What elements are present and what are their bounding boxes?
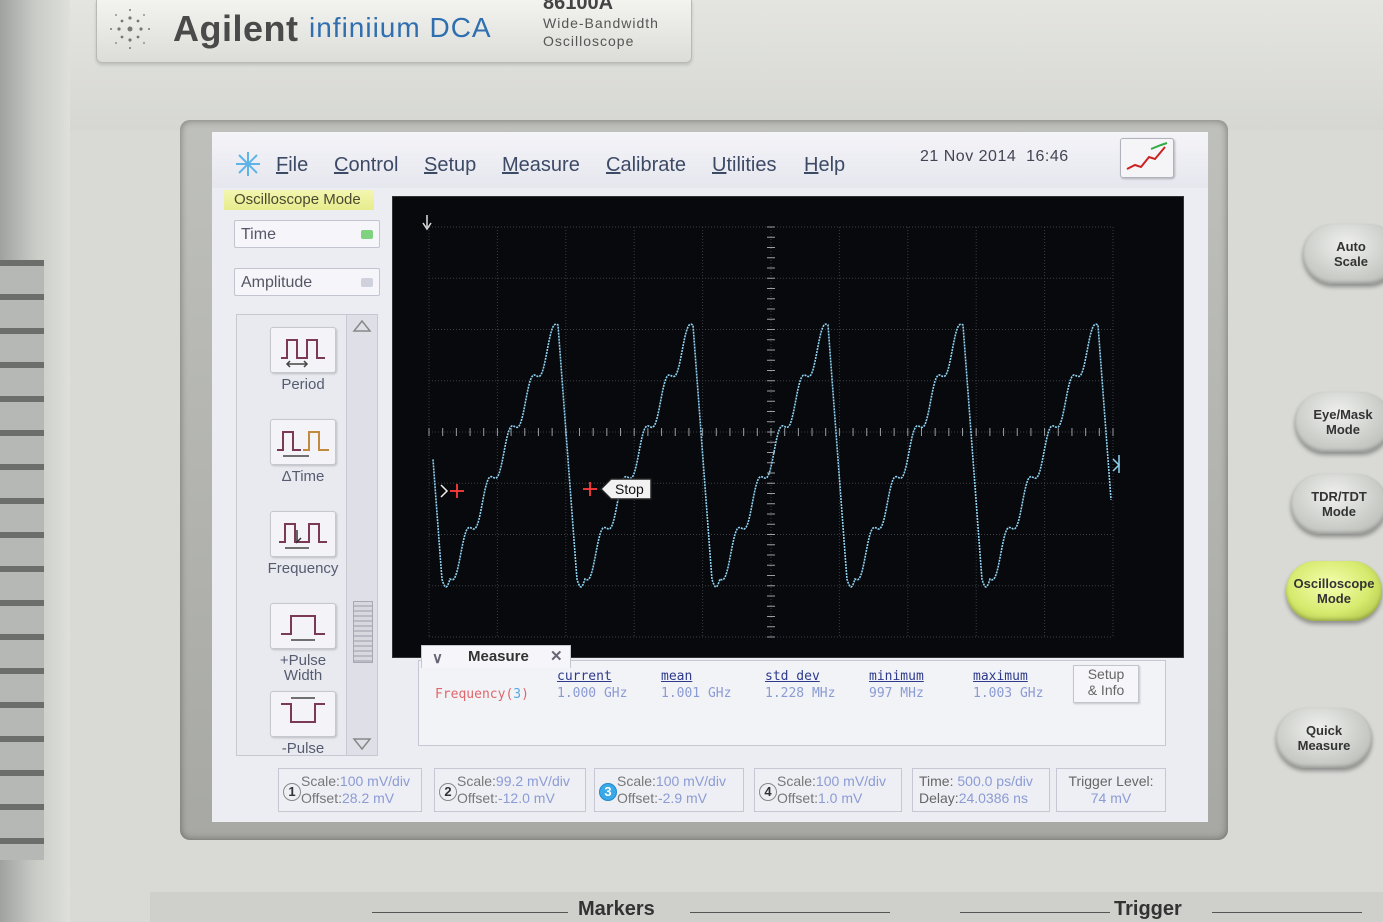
time-measurement-category[interactable]: Time <box>234 220 380 248</box>
tdr-tdt-mode-button[interactable]: TDR/TDT Mode <box>1291 474 1383 534</box>
oscilloscope-mode-button[interactable]: Oscilloscope Mode <box>1286 561 1382 621</box>
instrument-bottom-panel <box>150 892 1383 922</box>
menu-utilities[interactable]: Utilities <box>712 154 776 177</box>
measure-tab[interactable]: ∨ Measure ✕ <box>421 645 571 668</box>
app-spark-icon[interactable] <box>234 150 262 178</box>
delta-time-measure-button[interactable]: ΔTime <box>257 419 349 484</box>
channel-3-badge: 3 <box>599 783 617 801</box>
auto-scale-button[interactable]: Auto Scale <box>1303 224 1383 284</box>
menu-calibrate[interactable]: Calibrate <box>606 154 686 177</box>
markers-section-label: Markers <box>578 898 655 920</box>
trigger-section-line-right <box>1212 912 1362 913</box>
graticule-svg: Stop <box>422 215 1121 638</box>
period-measure-button[interactable]: Period <box>257 327 349 392</box>
menu-setup[interactable]: Setup <box>424 154 476 177</box>
channel-2-scale-box[interactable]: 2 Scale:99.2 mV/div Offset:-12.0 mV <box>434 768 586 812</box>
period-icon <box>281 339 325 368</box>
markers-section-line <box>372 912 568 913</box>
date-time-readout: 21 Nov 2014 16:46 <box>920 148 1069 165</box>
logo-plate: Agilent infiniium DCA 86100A Wide-Bandwi… <box>96 0 692 63</box>
measurement-row-label[interactable]: Frequency(3) <box>435 687 529 702</box>
negative-pulse-width-icon <box>281 697 325 723</box>
mode-label: Oscilloscope Mode <box>224 190 374 210</box>
menu-bar: File Control Setup Measure Calibrate Uti… <box>212 132 1208 188</box>
minimum-column: minimum 997 MHz <box>869 669 924 701</box>
trigger-section-line <box>960 912 1110 913</box>
channel-2-badge: 2 <box>439 783 457 801</box>
quick-measure-button[interactable]: Quick Measure <box>1276 708 1372 768</box>
menu-measure[interactable]: Measure <box>502 154 580 177</box>
delta-time-icon <box>277 431 329 457</box>
markers-section-line-right <box>690 912 890 913</box>
close-icon[interactable]: ✕ <box>550 646 563 668</box>
mean-column: mean 1.001 GHz <box>661 669 732 701</box>
channel-1-badge: 1 <box>283 783 301 801</box>
scroll-thumb[interactable] <box>353 601 373 663</box>
frequency-measure-button[interactable]: Frequency <box>257 511 349 576</box>
collapse-chevron-icon[interactable]: ∨ <box>432 648 443 670</box>
eye-mask-mode-button[interactable]: Eye/Mask Mode <box>1295 392 1383 452</box>
trigger-level-box[interactable]: Trigger Level: 74 mV <box>1056 768 1166 812</box>
palette-scrollbar[interactable] <box>346 314 378 756</box>
scroll-up-arrow-icon[interactable] <box>352 319 372 333</box>
frequency-icon <box>279 523 327 549</box>
maximum-column: maximum 1.003 GHz <box>973 669 1044 701</box>
start-cursor-marker-icon <box>440 484 464 498</box>
waveform-thumbnail-icon <box>1126 142 1168 170</box>
current-column: current 1.000 GHz <box>557 669 628 701</box>
menu-control[interactable]: Control <box>334 154 398 177</box>
menu-help[interactable]: Help <box>804 154 845 177</box>
brand-name: Agilent <box>173 8 299 49</box>
channel-1-scale-box[interactable]: 1 Scale:100 mV/div Offset:28.2 mV <box>278 768 422 812</box>
setup-info-button[interactable]: Setup & Info <box>1073 665 1139 703</box>
model-number: 86100A <box>543 0 614 14</box>
menu-file[interactable]: File <box>276 154 308 177</box>
measure-results-panel: ∨ Measure ✕ Frequency(3) current 1.000 G… <box>418 645 1166 746</box>
waveform-display-button[interactable] <box>1120 138 1174 178</box>
channel-3-scale-box[interactable]: 3 Scale:100 mV/div Offset:-2.9 mV <box>594 768 744 812</box>
instrument-left-edge <box>0 0 70 922</box>
timebase-box[interactable]: Time: 500.0 ps/div Delay:24.0386 ns <box>912 768 1050 812</box>
positive-pulse-width-measure-button[interactable]: +Pulse Width <box>257 603 349 683</box>
status-bar: 1 Scale:100 mV/div Offset:28.2 mV 2 Scal… <box>278 768 1182 814</box>
channel-4-scale-box[interactable]: 4 Scale:100 mV/div Offset:1.0 mV <box>754 768 902 812</box>
model-description: Wide-Bandwidth Oscilloscope <box>543 15 659 49</box>
amplitude-measurement-category[interactable]: Amplitude <box>234 268 380 296</box>
inactive-indicator-icon <box>361 278 373 287</box>
vent-slats <box>0 260 44 860</box>
scroll-down-arrow-icon[interactable] <box>352 737 372 751</box>
channel-4-badge: 4 <box>759 783 777 801</box>
trigger-section-label: Trigger <box>1114 898 1182 920</box>
channel-ground-marker-icon <box>1112 455 1121 473</box>
stop-marker-label: Stop <box>615 481 644 497</box>
oscilloscope-screen: File Control Setup Measure Calibrate Uti… <box>212 132 1208 822</box>
positive-pulse-width-icon <box>281 615 325 641</box>
product-name: infiniium DCA <box>309 12 492 43</box>
waveform-display[interactable]: Stop <box>392 196 1184 658</box>
channel-3-waveform-trace <box>432 323 1112 588</box>
active-indicator-icon <box>361 230 373 239</box>
negative-pulse-width-measure-button[interactable]: -Pulse Width <box>257 691 349 755</box>
std-dev-column: std dev 1.228 MHz <box>765 669 836 701</box>
agilent-spark-logo-icon <box>110 9 150 49</box>
